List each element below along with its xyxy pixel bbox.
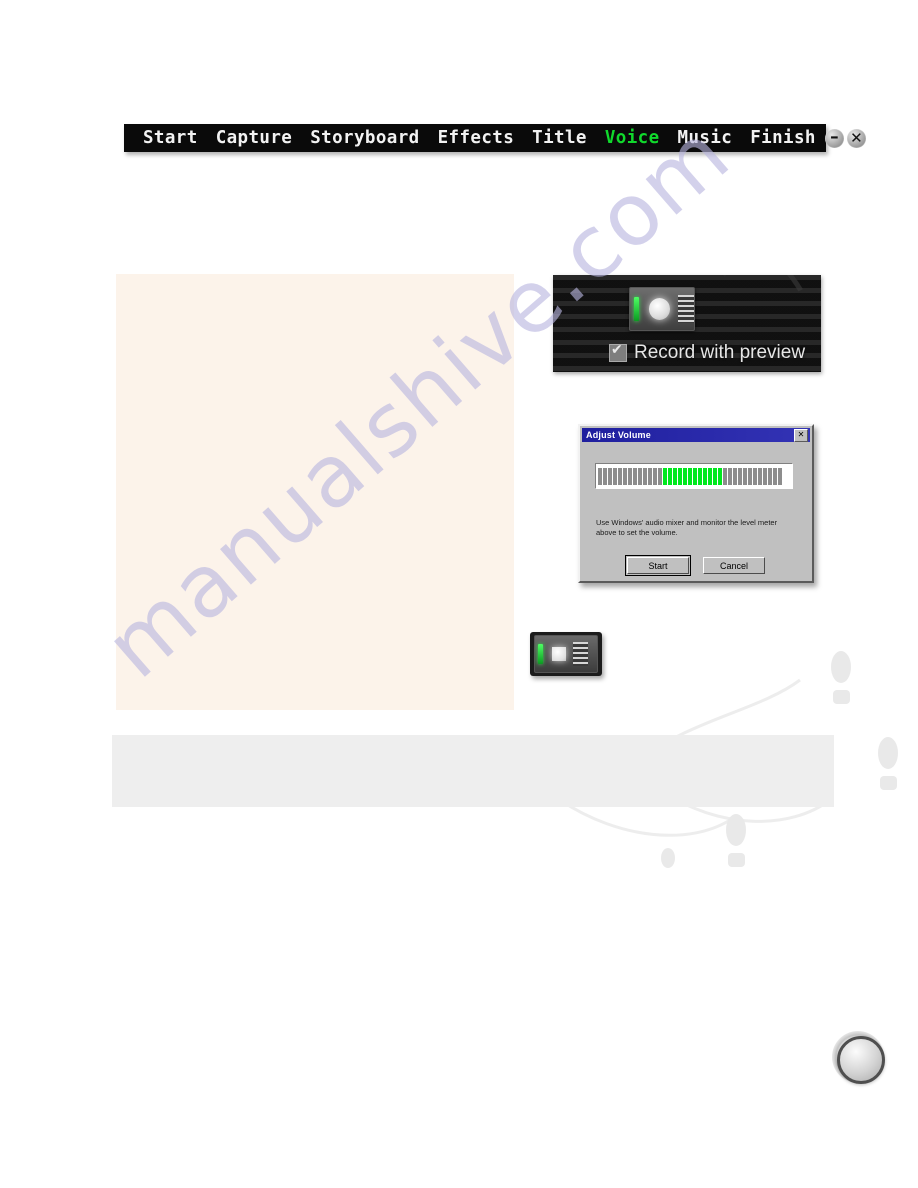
figure-record-panel: Record with preview <box>553 275 821 372</box>
meter-segment <box>673 467 677 485</box>
record-button[interactable] <box>629 287 695 331</box>
manual-page: Start Capture Storyboard Effects Title V… <box>0 0 918 1188</box>
meter-segment <box>638 467 642 485</box>
meter-segment <box>608 467 612 485</box>
note-panel <box>112 735 834 807</box>
figure-stop-panel <box>530 632 602 676</box>
meter-segment <box>718 467 722 485</box>
meter-segment <box>713 467 717 485</box>
meter-segment <box>623 467 627 485</box>
meter-segment <box>728 467 732 485</box>
record-with-preview-checkbox[interactable] <box>609 342 627 362</box>
close-button[interactable]: ✕ <box>846 128 866 148</box>
meter-segment <box>753 467 757 485</box>
level-meter <box>595 463 793 489</box>
meter-segment <box>653 467 657 485</box>
meter-segment <box>698 467 702 485</box>
meter-segment <box>648 467 652 485</box>
meter-segment <box>668 467 672 485</box>
meter-segment <box>598 467 602 485</box>
record-ridges-decor <box>678 295 694 323</box>
minimize-button[interactable]: – <box>824 126 844 148</box>
nav-item-voice[interactable]: Voice <box>596 124 669 152</box>
meter-segment <box>738 467 742 485</box>
stop-button[interactable] <box>534 635 598 673</box>
meter-segment <box>618 467 622 485</box>
knob-body <box>837 1036 885 1084</box>
meter-segment <box>778 467 782 485</box>
meter-segment <box>678 467 682 485</box>
meter-segment <box>733 467 737 485</box>
record-led-icon <box>634 297 639 321</box>
dialog-title: Adjust Volume <box>586 430 651 440</box>
minimize-icon: – <box>830 126 839 147</box>
meter-segment <box>683 467 687 485</box>
dialog-start-label: Start <box>648 560 668 571</box>
level-meter-segments <box>598 467 782 485</box>
nav-item-finish[interactable]: Finish <box>741 124 825 152</box>
meter-segment <box>723 467 727 485</box>
meter-segment <box>703 467 707 485</box>
meter-segment <box>643 467 647 485</box>
meter-segment <box>748 467 752 485</box>
top-navigation-bar: Start Capture Storyboard Effects Title V… <box>124 124 866 152</box>
meter-segment <box>603 467 607 485</box>
stop-ridges-decor <box>573 642 588 666</box>
meter-segment <box>613 467 617 485</box>
nav-item-start[interactable]: Start <box>134 124 207 152</box>
window-controls: – ✕ <box>824 126 873 148</box>
dialog-instruction-text: Use Windows' audio mixer and monitor the… <box>596 518 778 537</box>
meter-segment <box>763 467 767 485</box>
record-with-preview-label: Record with preview <box>634 342 806 363</box>
dialog-start-button[interactable]: Start <box>625 555 691 576</box>
dialog-close-icon[interactable]: ✕ <box>794 428 808 442</box>
nav-item-storyboard[interactable]: Storyboard <box>301 124 428 152</box>
dialog-cancel-label: Cancel <box>719 560 748 571</box>
meter-segment <box>628 467 632 485</box>
meter-segment <box>688 467 692 485</box>
meter-segment <box>693 467 697 485</box>
record-dot-icon <box>648 298 671 320</box>
navigation-items: Start Capture Storyboard Effects Title V… <box>124 124 825 152</box>
figure-adjust-volume-dialog: Adjust Volume ✕ Use Windows' audio mixer… <box>578 424 814 583</box>
stop-square-icon <box>552 647 566 661</box>
nav-item-music[interactable]: Music <box>669 124 742 152</box>
body-text-panel <box>116 274 514 710</box>
meter-segment <box>743 467 747 485</box>
dialog-button-row: Start Cancel <box>580 555 812 576</box>
meter-segment <box>768 467 772 485</box>
meter-segment <box>663 467 667 485</box>
meter-segment <box>708 467 712 485</box>
nav-item-title[interactable]: Title <box>523 124 596 152</box>
nav-item-effects[interactable]: Effects <box>429 124 524 152</box>
record-with-preview-row[interactable]: Record with preview <box>609 342 805 364</box>
meter-segment <box>758 467 762 485</box>
meter-segment <box>658 467 662 485</box>
dialog-cancel-button[interactable]: Cancel <box>703 557 765 574</box>
corner-knob-graphic <box>832 1031 885 1084</box>
dialog-titlebar: Adjust Volume ✕ <box>582 428 810 442</box>
meter-segment <box>773 467 777 485</box>
close-icon: ✕ <box>850 128 863 147</box>
meter-segment <box>633 467 637 485</box>
stop-led-icon <box>538 644 543 664</box>
nav-item-capture[interactable]: Capture <box>207 124 302 152</box>
